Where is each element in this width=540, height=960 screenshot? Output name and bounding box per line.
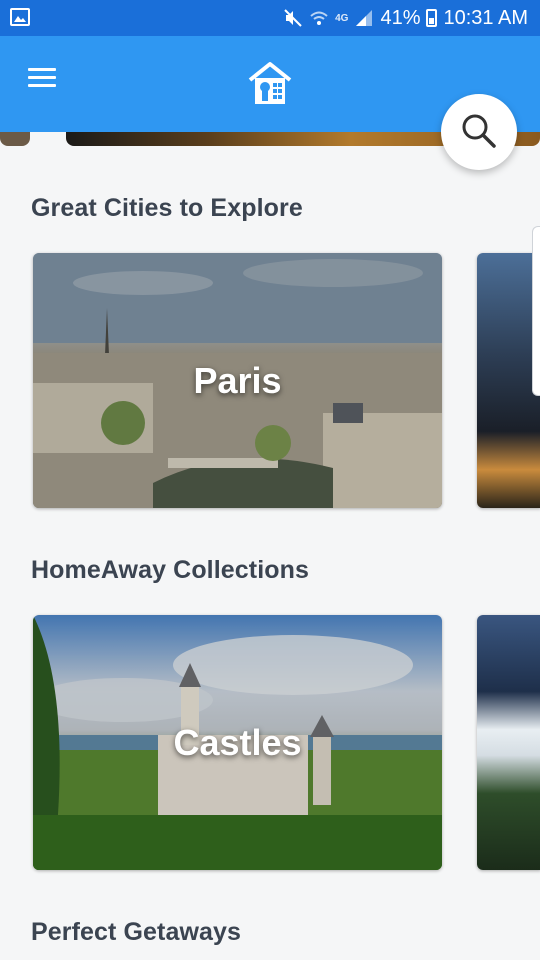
- collection-card-castles[interactable]: Castles: [33, 615, 442, 870]
- section-title-getaways: Perfect Getaways: [31, 918, 242, 946]
- search-icon: [462, 114, 496, 148]
- section-title-collections: HomeAway Collections: [31, 556, 310, 584]
- search-button[interactable]: [441, 94, 517, 170]
- clock: 10:31 AM: [443, 6, 528, 29]
- collection-card-next[interactable]: [477, 615, 540, 870]
- city-card-next[interactable]: [477, 253, 540, 508]
- battery-percent: 41%: [380, 6, 421, 29]
- card-label-paris: Paris: [193, 359, 282, 401]
- gallery-notification-icon: [10, 8, 30, 26]
- network-type: 4G: [335, 12, 349, 24]
- battery-icon: [426, 9, 438, 27]
- hamburger-menu-icon[interactable]: [28, 68, 56, 88]
- card-label-castles: Castles: [173, 721, 302, 763]
- scroll-indicator: [532, 226, 540, 396]
- hero-carousel-prev-edge[interactable]: [0, 132, 30, 146]
- status-icons: 4G 41% 10:31 AM: [283, 0, 528, 36]
- section-title-great-cities: Great Cities to Explore: [31, 194, 303, 222]
- city-card-paris[interactable]: Paris: [33, 253, 442, 508]
- mute-icon: [284, 9, 302, 27]
- status-bar: 4G 41% 10:31 AM: [0, 0, 540, 36]
- signal-icon: [356, 10, 373, 26]
- wifi-icon: [310, 11, 328, 25]
- homeaway-logo-icon[interactable]: [246, 60, 294, 108]
